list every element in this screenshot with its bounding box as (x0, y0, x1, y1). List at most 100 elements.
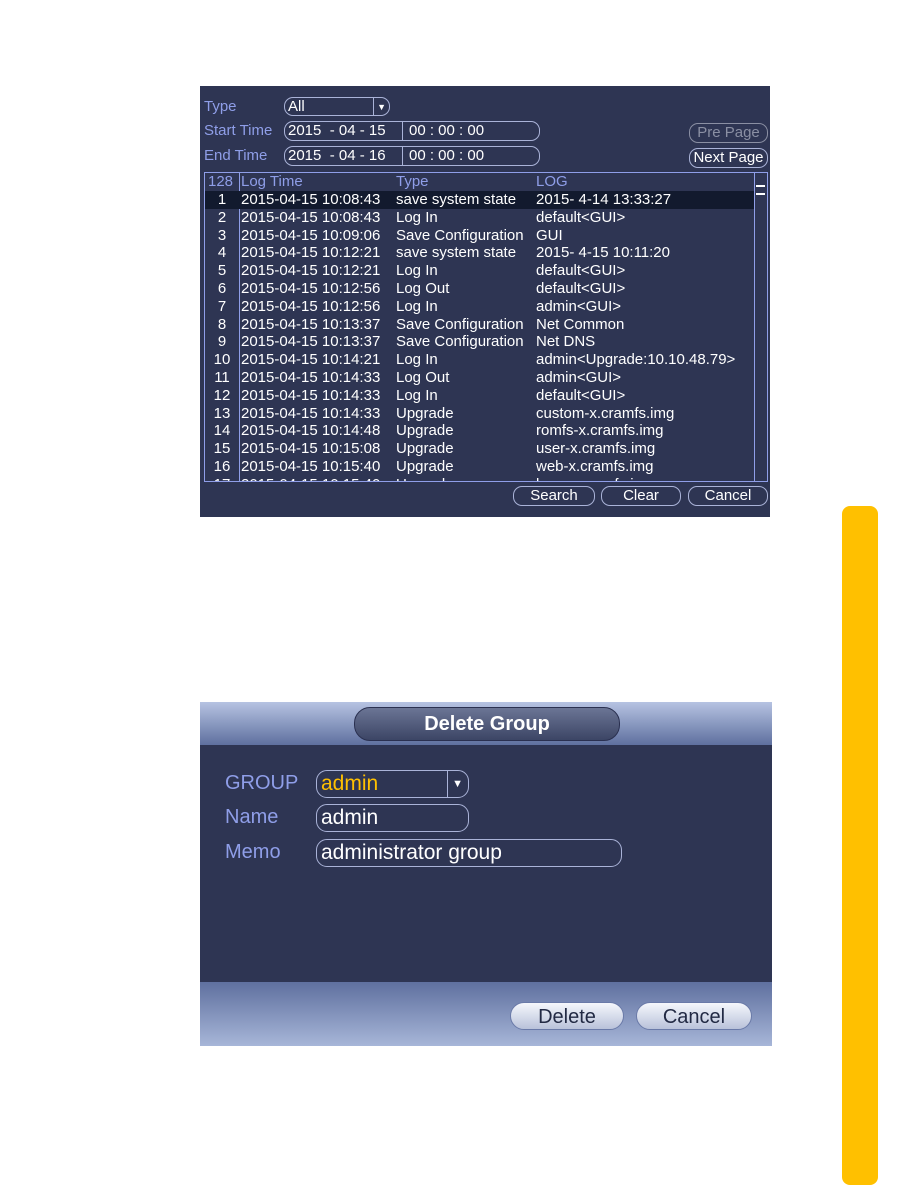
next-page-button[interactable]: Next Page (689, 148, 768, 168)
table-row[interactable]: 3 2015-04-15 10:09:06 Save Configuration GU… (205, 227, 755, 245)
row-log: admin<Upgrade:10.10.48.79> (536, 351, 736, 369)
table-row[interactable]: 17 2015-04-15 10:15:40 Upgrade logo-x.cramf… (205, 476, 755, 481)
row-index: 9 (217, 333, 227, 351)
row-log-time: 2015-04-15 10:15:08 (241, 440, 381, 458)
row-log: default<GUI> (536, 386, 626, 404)
row-log: logo-x.cramfs.img (536, 476, 654, 481)
row-log: default<GUI> (536, 208, 626, 226)
start-time-label: Start Time (204, 122, 273, 139)
table-row[interactable]: 6 2015-04-15 10:12:56 Log Out default<GUI> (205, 280, 755, 298)
name-field[interactable]: admin (316, 804, 469, 832)
row-type: save system state (396, 191, 517, 208)
row-index: 11 (214, 369, 230, 386)
memo-label: Memo (225, 841, 281, 863)
table-row[interactable]: 2 2015-04-15 10:08:43 Log In default<GUI> (205, 209, 755, 227)
dialog-cancel-button[interactable]: Cancel (636, 1002, 752, 1030)
row-log-time: 2015-04-15 10:13:37 (241, 315, 381, 333)
table-row[interactable]: 1 2015-04-15 10:08:43 save system state 201… (205, 191, 755, 209)
row-type: Upgrade (396, 458, 454, 475)
pre-page-button[interactable]: Pre Page (689, 123, 768, 143)
row-log: romfs-x.cramfs.img (536, 422, 664, 440)
row-log-time: 2015-04-15 10:14:33 (241, 404, 381, 422)
end-date: 2015 - 04 - 16 (288, 147, 386, 164)
memo-field[interactable]: administrator group (316, 839, 622, 867)
header-log[interactable]: LOG (536, 173, 568, 191)
row-type: Save Configuration (396, 315, 524, 333)
search-button[interactable]: Search (513, 486, 595, 506)
table-row[interactable]: 4 2015-04-15 10:12:21 save system state 201… (205, 244, 755, 262)
dialog-header: Delete Group (200, 702, 772, 745)
delete-button[interactable]: Delete (510, 1002, 624, 1030)
table-row[interactable]: 12 2015-04-15 10:14:33 Log In default<GUI> (205, 387, 755, 405)
chevron-down-icon: ▼ (377, 102, 386, 112)
row-type: Upgrade (396, 404, 454, 422)
table-row[interactable]: 7 2015-04-15 10:12:56 Log In admin<GUI> (205, 298, 755, 316)
dialog-title: Delete Group (354, 707, 620, 741)
table-row[interactable]: 11 2015-04-15 10:14:33 Log Out admin<GUI> (205, 369, 755, 387)
row-log: GUI (536, 226, 563, 244)
row-log-time: 2015-04-15 10:14:48 (241, 422, 381, 440)
row-log: default<GUI> (536, 280, 626, 297)
row-log: Net DNS (536, 333, 596, 351)
cancel-button[interactable]: Cancel (688, 486, 768, 506)
table-header: 128 Log Time Type LOG (205, 173, 755, 191)
row-log-time: 2015-04-15 10:14:21 (241, 351, 381, 369)
row-log-time: 2015-04-15 10:15:40 (241, 476, 380, 481)
start-time-input[interactable]: 2015 - 04 - 15 00 : 00 : 00 (284, 121, 540, 141)
table-row[interactable]: 9 2015-04-15 10:13:37 Save Configuration Ne… (205, 333, 755, 351)
row-log: user-x.cramfs.img (536, 440, 656, 458)
row-type: Save Configuration (396, 333, 524, 351)
row-type: Log In (396, 351, 438, 369)
row-log-time: 2015-04-15 10:12:56 (241, 297, 381, 315)
row-log-time: 2015-04-15 10:14:33 (241, 386, 381, 404)
table-row[interactable]: 14 2015-04-15 10:14:48 Upgrade romfs-x.cram… (205, 422, 755, 440)
row-type: Log In (396, 208, 438, 226)
table-row[interactable]: 15 2015-04-15 10:15:08 Upgrade user-x.cramf… (205, 440, 755, 458)
header-type[interactable]: Type (396, 173, 429, 191)
row-index: 7 (217, 297, 227, 315)
table-row[interactable]: 13 2015-04-15 10:14:33 Upgrade custom-x.cra… (205, 405, 755, 423)
row-index: 12 (213, 386, 231, 404)
clear-button[interactable]: Clear (601, 486, 681, 506)
row-log-time: 2015-04-15 10:12:21 (241, 262, 381, 280)
header-log-time[interactable]: Log Time (241, 173, 303, 191)
scroll-thumb[interactable] (756, 185, 765, 195)
table-row[interactable]: 10 2015-04-15 10:14:21 Log In admin<Upgrade… (205, 351, 755, 369)
table-row[interactable]: 16 2015-04-15 10:15:40 Upgrade web-x.cramfs… (205, 458, 755, 476)
row-type: Log In (396, 262, 438, 280)
group-label: GROUP (225, 772, 299, 794)
row-type: Log In (396, 386, 438, 404)
group-dropdown[interactable]: admin ▼ (316, 770, 469, 798)
row-log-time: 2015-04-15 10:08:43 (241, 191, 381, 208)
scrollbar[interactable] (754, 173, 767, 481)
row-index: 6 (217, 280, 227, 297)
start-clock: 00 : 00 : 00 (409, 122, 485, 139)
delete-group-dialog: Delete Group GROUP admin ▼ Name admin Me… (200, 702, 772, 1046)
row-log: admin<GUI> (536, 369, 622, 386)
row-log: Net Common (536, 315, 625, 333)
type-value: All (288, 98, 305, 115)
row-index: 16 (213, 458, 231, 475)
row-log: admin<GUI> (536, 297, 622, 315)
table-row[interactable]: 8 2015-04-15 10:13:37 Save Configuration Ne… (205, 316, 755, 334)
row-index: 5 (217, 262, 227, 280)
log-table: 128 Log Time Type LOG 1 2015-04-15 10:08:… (204, 172, 768, 482)
row-index: 4 (217, 244, 227, 262)
row-index: 2 (217, 208, 227, 226)
row-index: 10 (213, 351, 231, 369)
table-row[interactable]: 5 2015-04-15 10:12:21 Log In default<GUI> (205, 262, 755, 280)
chevron-down-icon: ▼ (452, 778, 463, 790)
row-index: 13 (213, 404, 231, 422)
end-time-input[interactable]: 2015 - 04 - 16 00 : 00 : 00 (284, 146, 540, 166)
group-value: admin (321, 772, 379, 795)
name-label: Name (225, 806, 279, 828)
row-log-time: 2015-04-15 10:08:43 (241, 208, 381, 226)
row-log: 2015- 4-15 10:11:20 (536, 244, 670, 262)
type-dropdown[interactable]: All ▼ (284, 97, 390, 116)
row-log-time: 2015-04-15 10:12:56 (241, 280, 381, 297)
row-index: 15 (213, 440, 231, 458)
row-index: 1 (217, 191, 227, 208)
row-index: 17 (207, 476, 237, 481)
type-label: Type (204, 98, 237, 115)
row-type: Log Out (396, 369, 450, 386)
